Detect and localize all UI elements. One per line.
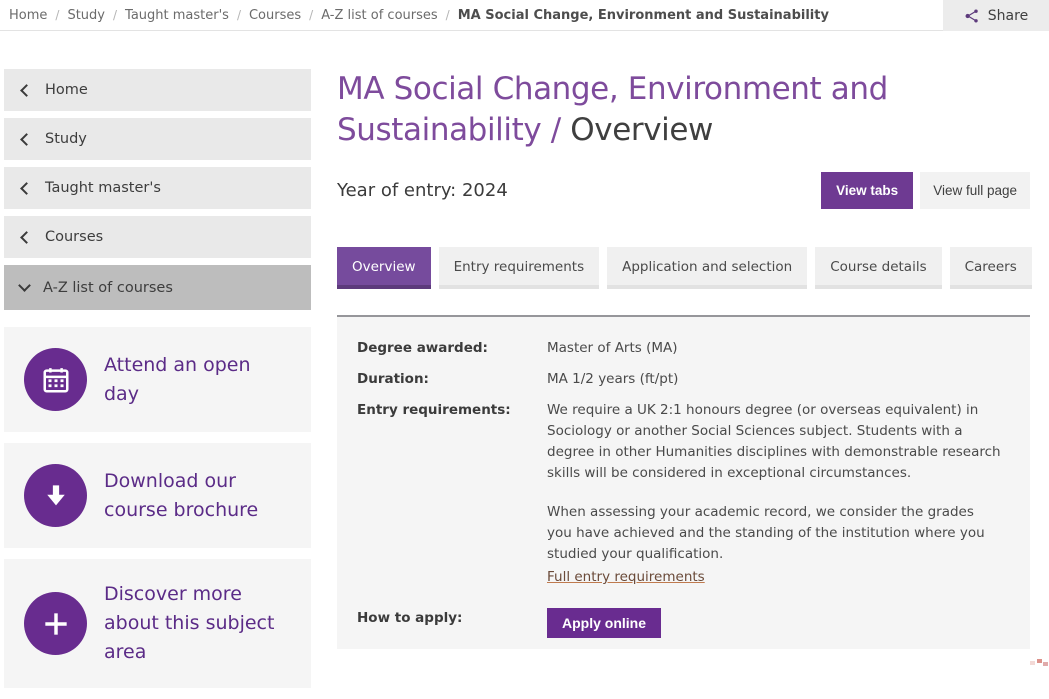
entry-requirements-label: Entry requirements:	[357, 400, 547, 588]
degree-awarded-label: Degree awarded:	[357, 338, 547, 359]
discover-subject-area-card[interactable]: Discover more about this subject area	[4, 559, 311, 688]
sidebar: Home Study Taught master's Courses A-Z l…	[4, 69, 311, 699]
breadcrumb-item-taught-masters[interactable]: Taught master's	[125, 8, 229, 23]
chevron-down-icon	[18, 279, 31, 292]
sidebar-item-label: Taught master's	[45, 180, 161, 196]
download-brochure-card[interactable]: Download our course brochure	[4, 443, 311, 548]
attend-open-day-card[interactable]: Attend an open day	[4, 327, 311, 432]
breadcrumb-separator: /	[237, 8, 241, 22]
download-icon	[24, 464, 87, 527]
entry-requirements-row: Entry requirements: We require a UK 2:1 …	[357, 400, 1010, 588]
duration-value: MA 1/2 years (ft/pt)	[547, 369, 1002, 390]
breadcrumb-item-study[interactable]: Study	[67, 8, 105, 23]
sidebar-item-study[interactable]: Study	[4, 118, 311, 160]
tab-overview[interactable]: Overview	[337, 247, 431, 289]
view-full-page-button[interactable]: View full page	[920, 172, 1030, 209]
sidebar-item-taught-masters[interactable]: Taught master's	[4, 167, 311, 209]
sidebar-item-label: A-Z list of courses	[43, 280, 173, 296]
entry-requirements-value: We require a UK 2:1 honours degree (or o…	[547, 400, 1002, 588]
view-mode-buttons: View tabs View full page	[821, 172, 1030, 209]
duration-label: Duration:	[357, 369, 547, 390]
breadcrumb-item-courses[interactable]: Courses	[249, 8, 301, 23]
section-title: Overview	[570, 112, 713, 148]
how-to-apply-row: How to apply: Apply online	[357, 608, 1010, 638]
chevron-left-icon	[20, 231, 33, 244]
degree-awarded-value: Master of Arts (MA)	[547, 338, 1002, 359]
breadcrumb-item-home[interactable]: Home	[9, 8, 47, 23]
breadcrumb-separator: /	[309, 8, 313, 22]
main-content: MA Social Change, Environment and Sustai…	[337, 69, 1030, 649]
breadcrumb-item-az-list[interactable]: A-Z list of courses	[321, 8, 437, 23]
calendar-icon	[24, 348, 87, 411]
share-label: Share	[988, 8, 1028, 24]
breadcrumb: Home / Study / Taught master's / Courses…	[0, 0, 1049, 31]
sidebar-item-label: Home	[45, 82, 88, 98]
share-button[interactable]: Share	[943, 0, 1049, 31]
entry-requirements-paragraph-2: When assessing your academic record, we …	[547, 502, 1002, 565]
tab-careers[interactable]: Careers	[950, 247, 1032, 289]
breadcrumb-separator: /	[113, 8, 117, 22]
chevron-left-icon	[20, 84, 33, 97]
year-of-entry: Year of entry: 2024	[337, 180, 508, 201]
discover-subject-area-label: Discover more about this subject area	[104, 580, 276, 667]
download-brochure-label: Download our course brochure	[104, 467, 276, 525]
view-tabs-button[interactable]: View tabs	[821, 172, 913, 209]
breadcrumb-item-current-course: MA Social Change, Environment and Sustai…	[458, 8, 829, 23]
chevron-left-icon	[20, 182, 33, 195]
sidebar-item-courses[interactable]: Courses	[4, 216, 311, 258]
plus-icon	[24, 592, 87, 655]
breadcrumb-separator: /	[55, 8, 59, 22]
sidebar-item-az-list-of-courses[interactable]: A-Z list of courses	[4, 265, 311, 310]
sidebar-item-home[interactable]: Home	[4, 69, 311, 111]
apply-online-button[interactable]: Apply online	[547, 608, 661, 638]
tab-entry-requirements[interactable]: Entry requirements	[439, 247, 600, 289]
course-details-panel: Degree awarded: Master of Arts (MA) Dura…	[337, 315, 1030, 649]
tab-application-and-selection[interactable]: Application and selection	[607, 247, 807, 289]
attend-open-day-label: Attend an open day	[104, 351, 276, 409]
year-of-entry-row: Year of entry: 2024 View tabs View full …	[337, 172, 1030, 209]
share-icon	[964, 8, 980, 24]
how-to-apply-label: How to apply:	[357, 608, 547, 629]
page-title: MA Social Change, Environment and Sustai…	[337, 69, 997, 151]
full-entry-requirements-link[interactable]: Full entry requirements	[547, 567, 705, 588]
chevron-left-icon	[20, 133, 33, 146]
tab-course-details[interactable]: Course details	[815, 247, 941, 289]
partial-element-artifact	[1037, 659, 1042, 663]
breadcrumb-separator: /	[446, 8, 450, 22]
course-tabs: Overview Entry requirements Application …	[337, 247, 1030, 289]
entry-requirements-paragraph-1: We require a UK 2:1 honours degree (or o…	[547, 400, 1002, 484]
sidebar-item-label: Courses	[45, 229, 103, 245]
how-to-apply-value: Apply online	[547, 608, 1002, 638]
sidebar-item-label: Study	[45, 131, 87, 147]
duration-row: Duration: MA 1/2 years (ft/pt)	[357, 369, 1010, 390]
degree-awarded-row: Degree awarded: Master of Arts (MA)	[357, 338, 1010, 359]
